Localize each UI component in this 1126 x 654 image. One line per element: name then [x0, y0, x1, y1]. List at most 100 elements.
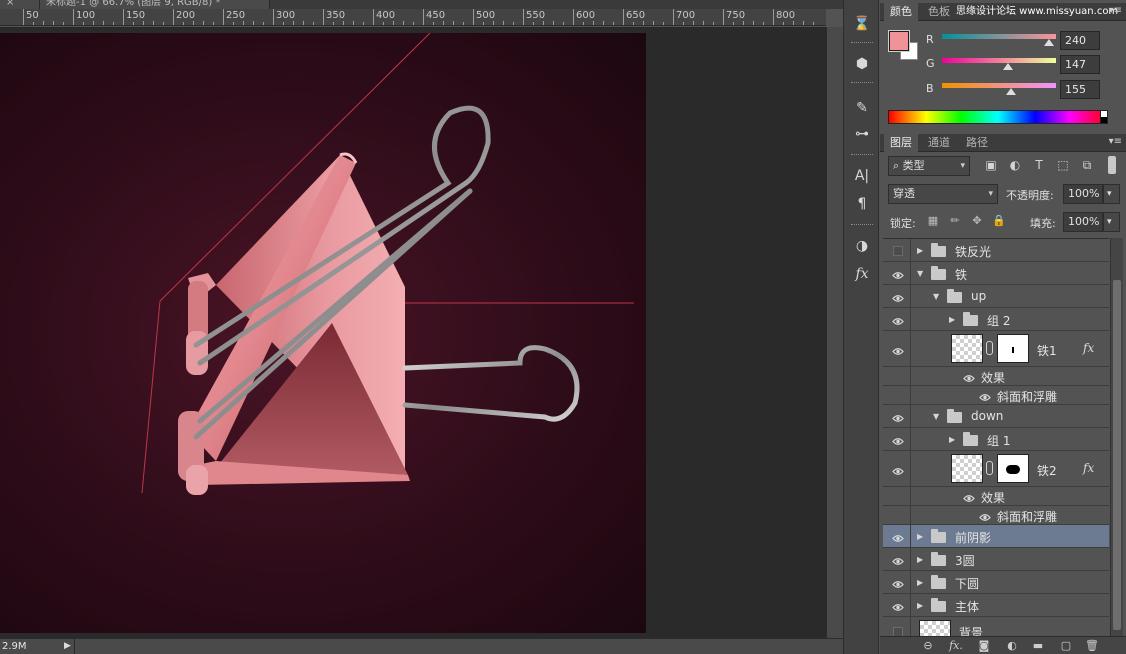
- layer-row[interactable]: ▼ 铁: [883, 262, 1109, 285]
- eye-icon[interactable]: [892, 465, 904, 475]
- eye-icon[interactable]: [892, 269, 904, 279]
- tab-channels[interactable]: 通道: [922, 134, 956, 152]
- adjustments-icon[interactable]: ⊶: [848, 122, 876, 146]
- layer-row[interactable]: ▼ down: [883, 405, 1109, 428]
- visibility-toggle[interactable]: [883, 428, 911, 450]
- visibility-toggle[interactable]: [883, 617, 911, 636]
- layer-row[interactable]: ▶ 主体: [883, 594, 1109, 617]
- layer-row[interactable]: ▶ 组 2: [883, 308, 1109, 331]
- filter-toggle-switch[interactable]: [1108, 156, 1116, 174]
- lock-all-icon[interactable]: 🔒: [992, 214, 1006, 228]
- expand-arrow-icon[interactable]: ▶: [949, 435, 957, 444]
- red-channel-slider[interactable]: [942, 34, 1056, 46]
- type-filter-icon[interactable]: T: [1032, 158, 1046, 172]
- eye-icon[interactable]: [892, 435, 904, 445]
- expand-arrow-icon[interactable]: ▶: [917, 532, 925, 541]
- pixel-filter-icon[interactable]: ▣: [984, 158, 998, 172]
- visibility-toggle[interactable]: [883, 308, 911, 330]
- visibility-toggle[interactable]: [883, 451, 911, 486]
- 3d-icon[interactable]: ⬢: [848, 52, 876, 76]
- eye-icon[interactable]: [892, 601, 904, 611]
- visibility-toggle[interactable]: [883, 487, 911, 505]
- layer-row[interactable]: 效果: [883, 487, 1109, 506]
- layers-scrollbar-thumb[interactable]: [1113, 280, 1121, 630]
- layer-row[interactable]: ▼ up: [883, 285, 1109, 308]
- blue-channel-slider[interactable]: [942, 83, 1056, 95]
- fill-input[interactable]: 100%: [1063, 212, 1103, 232]
- blue-channel-input[interactable]: 155: [1060, 80, 1100, 99]
- canvas-vertical-scrollbar[interactable]: [826, 27, 843, 638]
- new-group-icon[interactable]: ▬: [1030, 638, 1046, 654]
- black-white-swatch[interactable]: [1100, 110, 1108, 124]
- styles-icon[interactable]: ◑: [848, 234, 876, 258]
- fx-icon[interactable]: fx: [848, 262, 876, 286]
- expand-arrow-icon[interactable]: ▶: [917, 246, 925, 255]
- eye-icon[interactable]: [892, 578, 904, 588]
- layers-list[interactable]: ▶ 铁反光 ▼ 铁 ▼ up ▶ 组 2 铁1 fx 效果 斜面和浮雕 ▼ down ▶ 组 1 铁2 fx 效果斜…: [883, 238, 1109, 636]
- layer-effects-fx-icon[interactable]: fx: [1083, 461, 1094, 475]
- red-slider-thumb[interactable]: [1044, 39, 1055, 46]
- lock-paint-icon[interactable]: ✏: [948, 214, 962, 228]
- workspace[interactable]: [0, 27, 826, 638]
- mask-link-icon[interactable]: [986, 461, 993, 475]
- tab-color[interactable]: 颜色: [884, 3, 918, 21]
- color-panel-menu-icon[interactable]: ▾≡: [1109, 5, 1122, 16]
- green-channel-slider[interactable]: [942, 58, 1056, 70]
- visibility-toggle[interactable]: [883, 285, 911, 307]
- layer-row[interactable]: 效果: [883, 367, 1109, 386]
- expand-arrow-icon[interactable]: ▶: [917, 555, 925, 564]
- fill-dropdown-button[interactable]: ▾: [1103, 212, 1120, 232]
- character-icon[interactable]: A|: [848, 164, 876, 188]
- expand-arrow-icon[interactable]: ▶: [917, 578, 925, 587]
- eye-icon[interactable]: [892, 292, 904, 302]
- green-slider-thumb[interactable]: [1002, 63, 1013, 70]
- layers-panel-menu-icon[interactable]: ▾≡: [1109, 136, 1122, 147]
- active-document-tab[interactable]: 未标题-1 @ 66.7% (图层 9, RGB/8) *: [40, 0, 270, 9]
- add-layer-style-icon[interactable]: fx.: [948, 638, 964, 654]
- mask-link-icon[interactable]: [986, 341, 993, 355]
- layer-row[interactable]: 铁1 fx: [883, 331, 1109, 367]
- eye-icon[interactable]: [892, 555, 904, 565]
- layer-row[interactable]: 背景: [883, 617, 1109, 636]
- visibility-toggle[interactable]: [883, 386, 911, 404]
- blue-slider-thumb[interactable]: [1006, 88, 1017, 95]
- collapse-arrow-icon[interactable]: ▼: [933, 412, 941, 421]
- layer-row[interactable]: ▶ 组 1: [883, 428, 1109, 451]
- smart-object-filter-icon[interactable]: ⧉: [1080, 158, 1094, 172]
- collapse-arrow-icon[interactable]: ▼: [917, 269, 925, 278]
- lock-move-icon[interactable]: ✥: [970, 214, 984, 228]
- status-menu-arrow-icon[interactable]: ▶: [64, 639, 71, 654]
- hidden-visibility-box[interactable]: [893, 627, 903, 636]
- visibility-toggle[interactable]: [883, 571, 911, 593]
- visibility-toggle[interactable]: [883, 331, 911, 366]
- opacity-input[interactable]: 100%: [1063, 184, 1103, 204]
- opacity-dropdown-button[interactable]: ▾: [1103, 184, 1120, 204]
- previous-document-tab[interactable]: ×: [0, 0, 40, 9]
- layer-row[interactable]: 斜面和浮雕: [883, 386, 1109, 405]
- layer-row[interactable]: ▶ 铁反光: [883, 239, 1109, 262]
- new-layer-icon[interactable]: ▢: [1058, 638, 1074, 654]
- layer-row[interactable]: ▶ 前阴影: [883, 525, 1109, 548]
- layer-mask-thumbnail[interactable]: [997, 334, 1029, 363]
- effect-eye-icon[interactable]: [979, 391, 991, 401]
- adjustment-filter-icon[interactable]: ◐: [1008, 158, 1022, 172]
- shape-filter-icon[interactable]: ⬚: [1056, 158, 1070, 172]
- green-channel-input[interactable]: 147: [1060, 55, 1100, 74]
- tab-layers[interactable]: 图层: [884, 134, 918, 152]
- layer-row[interactable]: 铁2 fx: [883, 451, 1109, 487]
- effect-eye-icon[interactable]: [963, 372, 975, 382]
- layer-row[interactable]: ▶ 下圆: [883, 571, 1109, 594]
- eye-icon[interactable]: [892, 345, 904, 355]
- link-layers-icon[interactable]: ⊖: [920, 638, 936, 654]
- layer-filter-dropdown[interactable]: ⌕ 类型 ▾: [888, 156, 970, 176]
- expand-arrow-icon[interactable]: ▶: [917, 601, 925, 610]
- paragraph-icon[interactable]: ¶: [848, 192, 876, 216]
- blend-mode-dropdown[interactable]: 穿透 ▾: [888, 184, 998, 204]
- layer-row[interactable]: ▶ 3圆: [883, 548, 1109, 571]
- collapse-arrow-icon[interactable]: ▼: [933, 292, 941, 301]
- new-adjustment-layer-icon[interactable]: ◐: [1004, 638, 1020, 654]
- tab-paths[interactable]: 路径: [960, 134, 994, 152]
- visibility-toggle[interactable]: [883, 367, 911, 385]
- delete-layer-icon[interactable]: 🗑: [1084, 638, 1100, 654]
- effect-eye-icon[interactable]: [979, 511, 991, 521]
